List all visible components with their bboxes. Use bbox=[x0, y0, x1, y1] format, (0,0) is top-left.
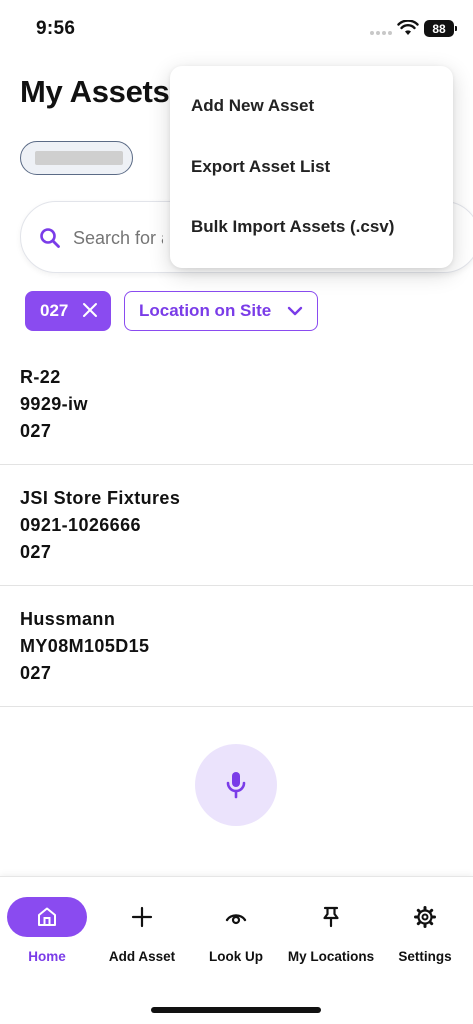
nav-home-pill bbox=[7, 897, 87, 937]
menu-item-add-new-asset[interactable]: Add New Asset bbox=[191, 96, 314, 116]
page-title: My Assets bbox=[20, 74, 170, 109]
nav-look-up[interactable]: Look Up bbox=[189, 897, 283, 964]
status-bar: 9:56 88 bbox=[0, 0, 473, 58]
battery-icon: 88 bbox=[424, 20, 457, 37]
site-filter-chip[interactable]: 027 bbox=[25, 291, 111, 331]
nav-add-asset[interactable]: Add Asset bbox=[95, 897, 189, 964]
asset-site: 027 bbox=[20, 663, 52, 683]
nav-label-add-asset: Add Asset bbox=[108, 949, 176, 964]
list-item[interactable]: R-22 9929-iw 027 bbox=[0, 344, 473, 465]
location-dropdown-label: Location on Site bbox=[139, 301, 272, 320]
asset-site: 027 bbox=[20, 542, 52, 562]
list-item[interactable]: Hussmann MY08M105D15 027 bbox=[0, 586, 473, 707]
asset-serial: 0921-1026666 bbox=[20, 515, 141, 535]
nav-label-look-up: Look Up bbox=[209, 949, 263, 964]
bottom-navigation: Home Add Asset Look Up My Locations Sett… bbox=[0, 876, 473, 1024]
asset-list: R-22 9929-iw 027 JSI Store Fixtures 0921… bbox=[0, 344, 473, 707]
status-time: 9:56 bbox=[36, 18, 76, 39]
pin-icon bbox=[323, 906, 339, 928]
chevron-down-icon bbox=[287, 306, 303, 316]
plus-icon bbox=[131, 906, 153, 928]
asset-serial: 9929-iw bbox=[20, 394, 88, 414]
wifi-icon bbox=[397, 20, 419, 35]
asset-serial: MY08M105D15 bbox=[20, 636, 150, 656]
menu-item-bulk-import[interactable]: Bulk Import Assets (.csv) bbox=[191, 217, 394, 237]
microphone-icon bbox=[226, 772, 246, 799]
asset-name: Hussmann bbox=[20, 609, 116, 629]
nav-label-my-locations: My Locations bbox=[287, 949, 375, 964]
nav-home[interactable]: Home bbox=[0, 897, 94, 964]
search-icon bbox=[40, 228, 60, 248]
search-input[interactable] bbox=[73, 220, 163, 256]
nav-label-home: Home bbox=[28, 949, 66, 964]
filter-chip-label: 027 bbox=[40, 301, 69, 320]
nav-my-locations[interactable]: My Locations bbox=[284, 897, 378, 964]
asset-name: R-22 bbox=[20, 367, 61, 387]
redacted-text bbox=[35, 151, 123, 165]
eye-icon bbox=[225, 914, 247, 925]
home-indicator bbox=[151, 1007, 321, 1013]
asset-name: JSI Store Fixtures bbox=[20, 488, 181, 508]
home-icon bbox=[38, 907, 56, 926]
gear-icon bbox=[414, 906, 436, 928]
list-item[interactable]: JSI Store Fixtures 0921-1026666 027 bbox=[0, 465, 473, 586]
actions-menu: Add New Asset Export Asset List Bulk Imp… bbox=[170, 66, 453, 268]
signal-icon bbox=[370, 31, 392, 35]
close-icon[interactable] bbox=[81, 301, 99, 319]
asset-site: 027 bbox=[20, 421, 52, 441]
voice-search-button[interactable] bbox=[195, 744, 277, 826]
nav-label-settings: Settings bbox=[398, 949, 452, 964]
nav-settings[interactable]: Settings bbox=[378, 897, 472, 964]
location-dropdown[interactable]: Location on Site bbox=[124, 291, 318, 331]
menu-item-export-asset-list[interactable]: Export Asset List bbox=[191, 157, 330, 177]
site-selector-chip[interactable] bbox=[20, 141, 133, 175]
